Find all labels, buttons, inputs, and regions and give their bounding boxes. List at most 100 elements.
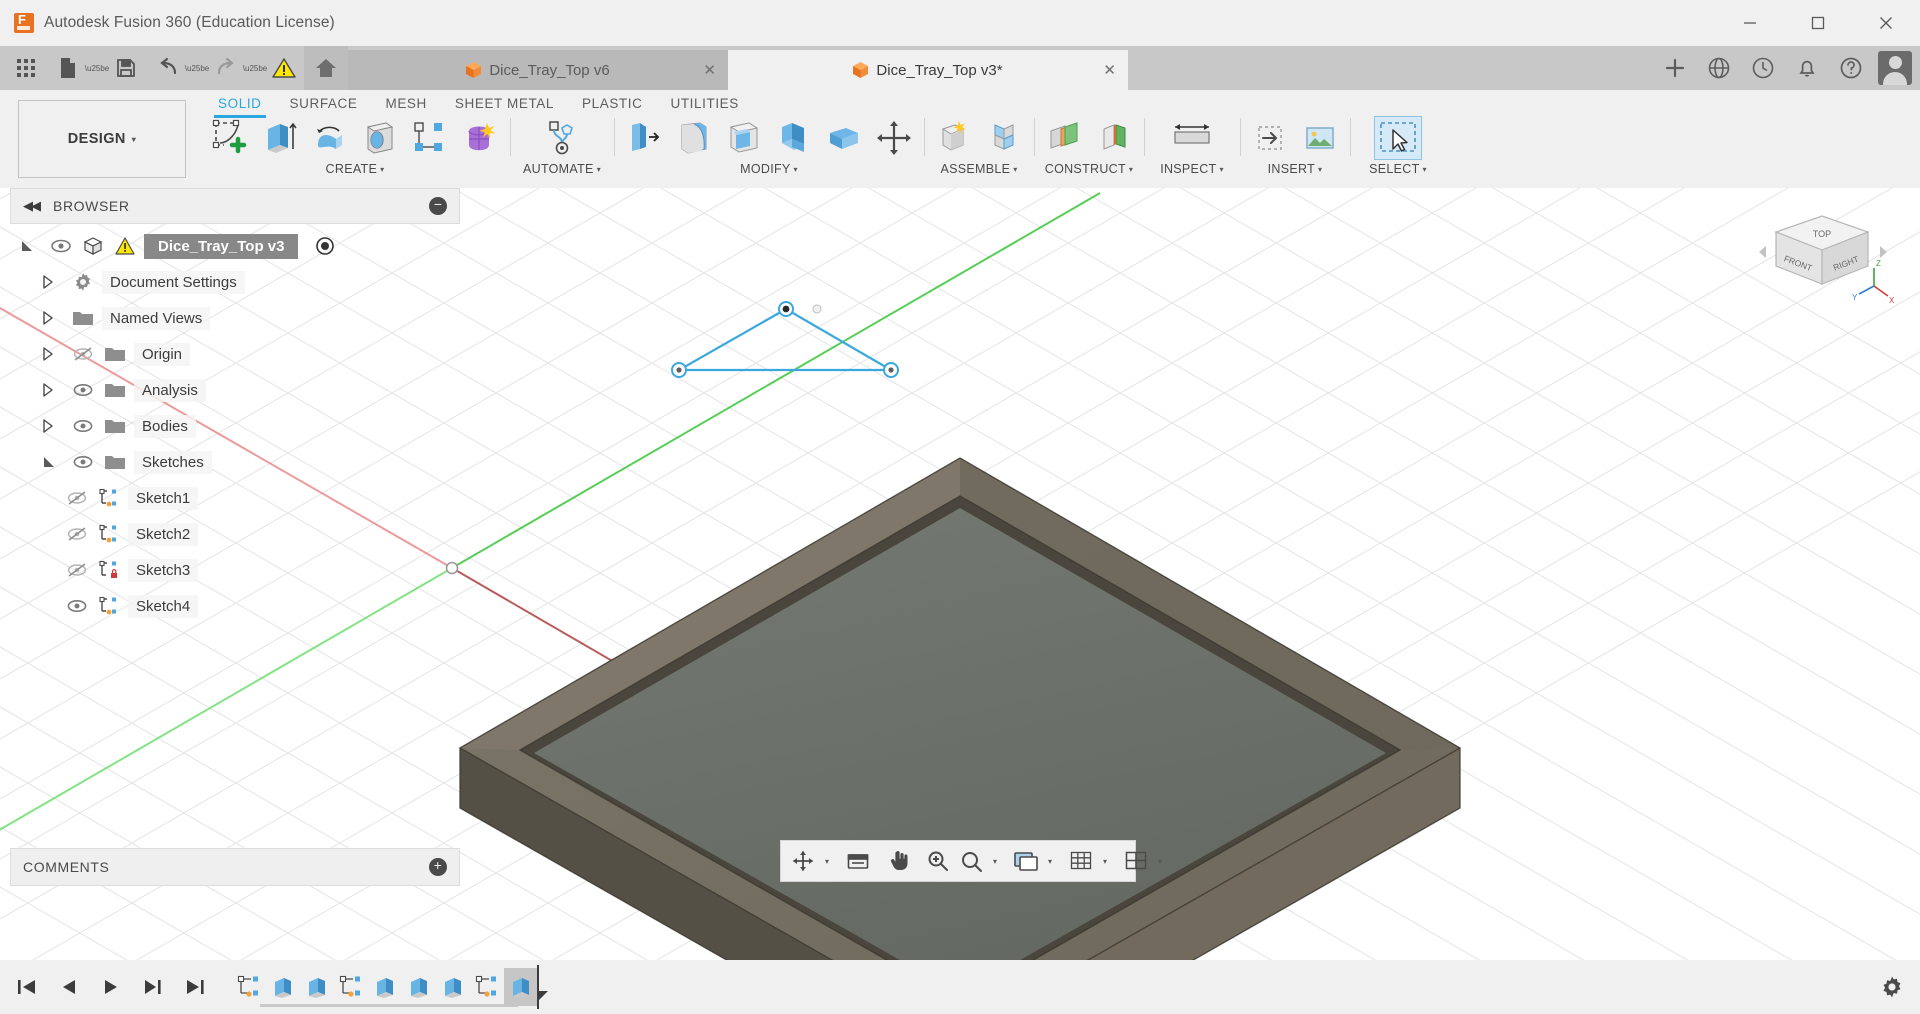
hole-icon[interactable]	[356, 116, 404, 160]
avatar[interactable]	[1878, 51, 1912, 85]
add-comment-icon[interactable]: +	[429, 858, 447, 876]
ribbon-tab-solid[interactable]: SOLID	[204, 90, 276, 116]
close-icon[interactable]: ✕	[703, 61, 716, 79]
tree-item-origin[interactable]: Origin	[20, 336, 460, 372]
save-icon[interactable]	[106, 48, 146, 88]
ribbon-group-modify-label[interactable]: MODIFY▾	[620, 160, 918, 176]
viewports-icon[interactable]	[1120, 843, 1152, 879]
collapse-arrow-icon[interactable]	[42, 455, 64, 469]
form-icon[interactable]	[456, 116, 504, 160]
visibility-eye-hidden-icon[interactable]	[64, 490, 90, 506]
go-to-beginning-icon[interactable]	[8, 968, 46, 1006]
tree-item-root-component[interactable]: Dice_Tray_Top v3	[20, 228, 460, 264]
activate-component-radio-icon[interactable]	[312, 236, 338, 256]
job-status-icon[interactable]	[1742, 46, 1784, 90]
redo-icon[interactable]	[206, 48, 246, 88]
display-settings-icon[interactable]	[842, 843, 874, 879]
home-icon[interactable]	[304, 46, 348, 90]
visibility-eye-hidden-icon[interactable]	[70, 346, 96, 362]
measure-icon[interactable]	[1168, 116, 1216, 160]
redo-caret-icon[interactable]: \u25be	[248, 48, 262, 88]
visibility-eye-hidden-icon[interactable]	[64, 526, 90, 542]
timeline-sketch-feature[interactable]	[470, 968, 504, 1006]
undo-caret-icon[interactable]: \u25be	[190, 48, 204, 88]
draft-icon[interactable]	[770, 116, 818, 160]
fillet-icon[interactable]	[670, 116, 718, 160]
timeline-extrude-feature[interactable]	[436, 968, 470, 1006]
ribbon-group-assemble-label[interactable]: ASSEMBLE▾	[930, 160, 1028, 176]
timeline-extrude-feature[interactable]	[300, 968, 334, 1006]
visibility-eye-icon[interactable]	[70, 383, 96, 397]
plus-icon[interactable]	[1654, 46, 1696, 90]
expand-arrow-icon[interactable]	[20, 239, 42, 253]
visibility-eye-hidden-icon[interactable]	[64, 562, 90, 578]
minimize-button[interactable]	[1716, 0, 1784, 46]
step-forward-icon[interactable]	[134, 968, 172, 1006]
maximize-button[interactable]	[1784, 0, 1852, 46]
view-cube[interactable]: TOP FRONT RIGHT Z X Y	[1756, 200, 1896, 320]
ribbon-group-create-label[interactable]: CREATE▾	[206, 160, 504, 176]
help-icon[interactable]	[1830, 46, 1872, 90]
timeline-extrude-feature[interactable]	[266, 968, 300, 1006]
tree-item-sketch3[interactable]: Sketch3	[20, 552, 460, 588]
document-tab-0[interactable]: Dice_Tray_Top v6 ✕	[348, 50, 728, 90]
extrude-icon[interactable]	[256, 116, 304, 160]
timeline-extrude-feature[interactable]	[402, 968, 436, 1006]
pattern-icon[interactable]	[406, 116, 454, 160]
document-tab-1[interactable]: Dice_Tray_Top v3* ✕	[728, 50, 1128, 90]
bell-icon[interactable]	[1786, 46, 1828, 90]
press-pull-icon[interactable]	[620, 116, 668, 160]
fit-caret-icon[interactable]: ▾	[988, 843, 1002, 879]
3d-viewport[interactable]: ◀◀ BROWSER − Dice_Tray_Top v3	[0, 188, 1920, 960]
grid-snaps-caret-icon[interactable]: ▾	[1098, 843, 1112, 879]
scale-icon[interactable]	[820, 116, 868, 160]
visibility-eye-icon[interactable]	[64, 599, 90, 613]
expand-arrow-icon[interactable]	[42, 275, 64, 289]
tree-item-sketch1[interactable]: Sketch1	[20, 480, 460, 516]
tree-item-document-settings[interactable]: Document Settings	[20, 264, 460, 300]
tree-item-sketch4[interactable]: Sketch4	[20, 588, 460, 624]
ribbon-tab-utilities[interactable]: UTILITIES	[656, 90, 752, 116]
grid-apps-icon[interactable]	[6, 48, 46, 88]
fit-icon[interactable]	[955, 843, 987, 879]
grid-snaps-icon[interactable]	[1065, 843, 1097, 879]
orbit-caret-icon[interactable]: ▾	[820, 843, 834, 879]
ribbon-group-insert-label[interactable]: INSERT▾	[1246, 160, 1344, 176]
insert-derive-icon[interactable]	[1246, 116, 1294, 160]
ribbon-tab-sheet-metal[interactable]: SHEET METAL	[441, 90, 568, 116]
tree-item-bodies[interactable]: Bodies	[20, 408, 460, 444]
ribbon-tab-surface[interactable]: SURFACE	[276, 90, 372, 116]
collapse-panel-icon[interactable]: ◀◀	[23, 198, 39, 214]
extensions-icon[interactable]	[1698, 46, 1740, 90]
close-button[interactable]	[1852, 0, 1920, 46]
pan-icon[interactable]	[882, 843, 914, 879]
offset-plane-icon[interactable]	[1040, 116, 1088, 160]
expand-arrow-icon[interactable]	[42, 419, 64, 433]
comments-panel-header[interactable]: COMMENTS +	[10, 848, 460, 886]
close-icon[interactable]: ✕	[1103, 61, 1116, 79]
timeline-sketch-feature[interactable]	[232, 968, 266, 1006]
ribbon-tab-plastic[interactable]: PLASTIC	[568, 90, 656, 116]
timeline-marker[interactable]	[536, 965, 550, 1009]
zoom-icon[interactable]	[922, 843, 954, 879]
tree-item-analysis[interactable]: Analysis	[20, 372, 460, 408]
tree-item-sketches[interactable]: Sketches	[20, 444, 460, 480]
joint-icon[interactable]	[980, 116, 1028, 160]
warning-icon[interactable]	[264, 48, 304, 88]
expand-arrow-icon[interactable]	[42, 383, 64, 397]
display-style-caret-icon[interactable]: ▾	[1043, 843, 1057, 879]
viewports-caret-icon[interactable]: ▾	[1153, 843, 1167, 879]
timeline-settings-gear-icon[interactable]	[1880, 975, 1920, 999]
new-component-icon[interactable]	[930, 116, 978, 160]
new-file-caret-icon[interactable]: \u25be	[90, 48, 104, 88]
undo-icon[interactable]	[148, 48, 188, 88]
ribbon-group-automate-label[interactable]: AUTOMATE▾	[516, 160, 608, 176]
visibility-eye-icon[interactable]	[70, 455, 96, 469]
plane-through-three-points-icon[interactable]	[1090, 116, 1138, 160]
display-style-icon[interactable]	[1010, 843, 1042, 879]
visibility-eye-icon[interactable]	[70, 419, 96, 433]
expand-arrow-icon[interactable]	[42, 311, 64, 325]
ribbon-tab-mesh[interactable]: MESH	[371, 90, 440, 116]
tree-item-sketch2[interactable]: Sketch2	[20, 516, 460, 552]
shell-icon[interactable]	[720, 116, 768, 160]
